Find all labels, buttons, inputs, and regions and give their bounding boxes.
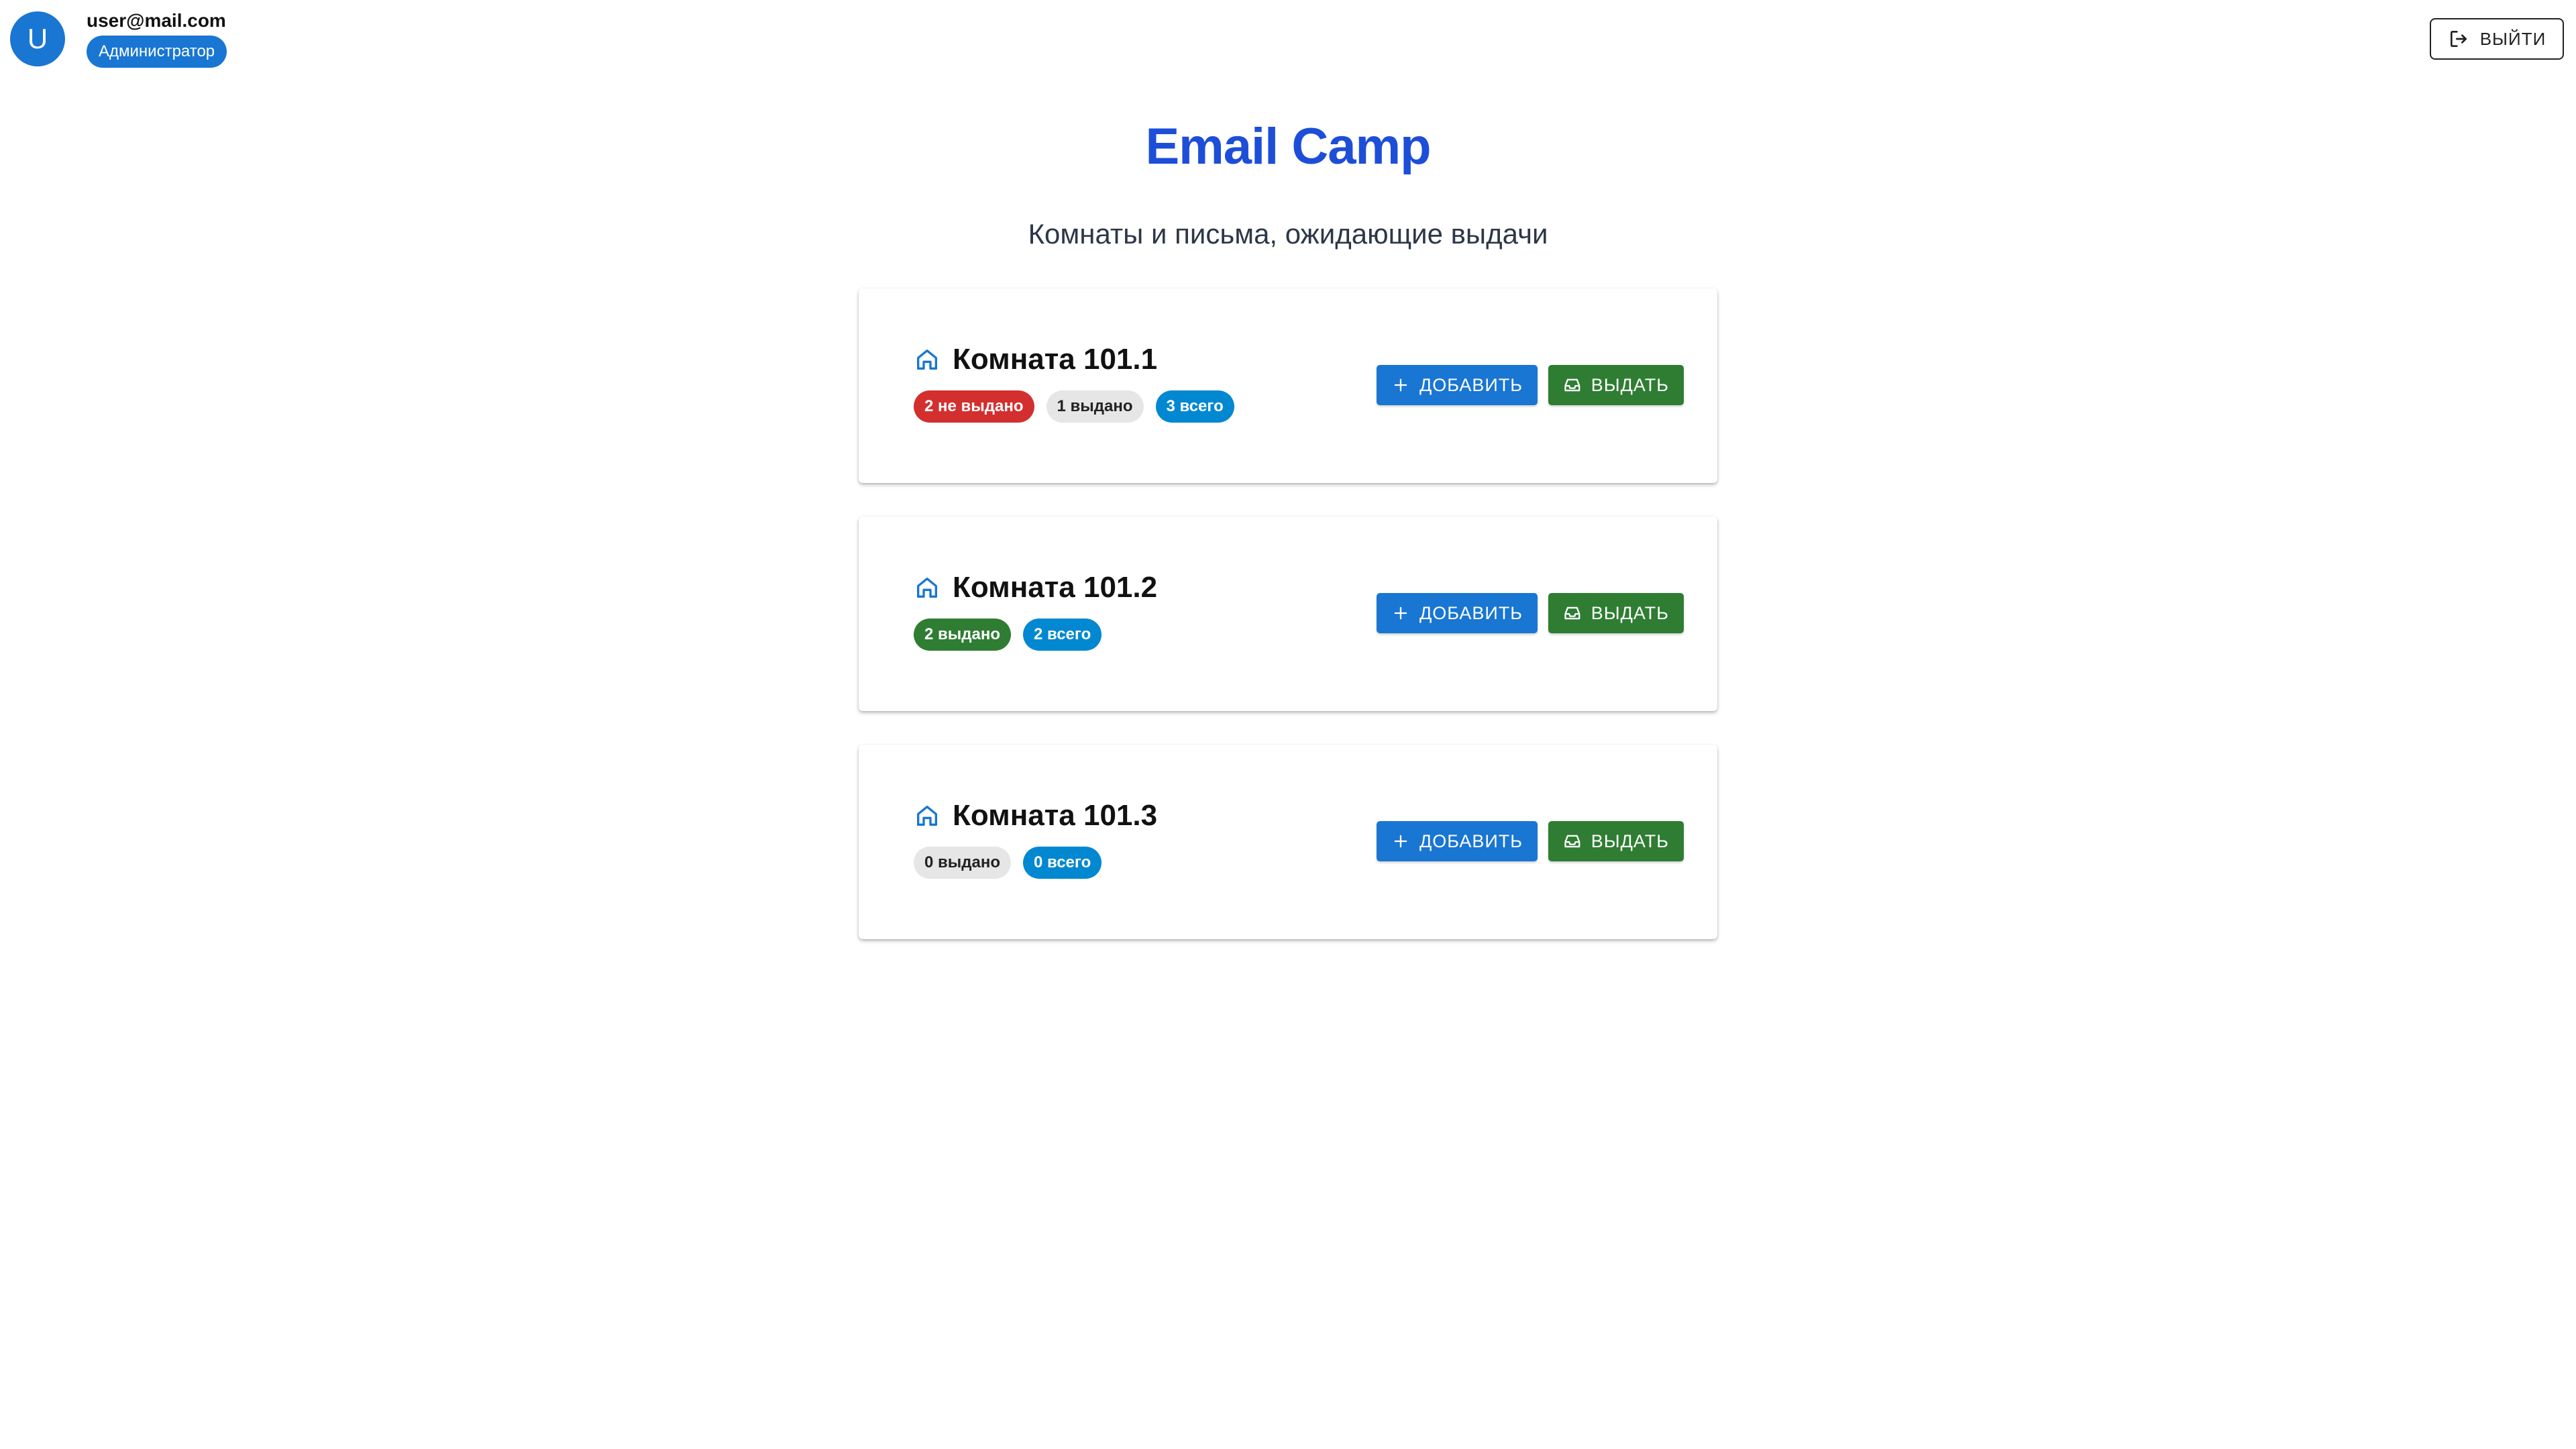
- issued-chip: 0 выдано: [914, 847, 1012, 879]
- page-title: Email Camp: [1145, 118, 1431, 175]
- not-issued-chip: 2 не выдано: [914, 390, 1034, 423]
- total-chip: 2 всего: [1023, 619, 1102, 651]
- room-name: Комната 101.3: [953, 799, 1158, 832]
- room-name: Комната 101.1: [953, 343, 1158, 376]
- issued-chip: 1 выдано: [1046, 390, 1144, 423]
- role-badge: Администратор: [87, 36, 227, 68]
- logout-button[interactable]: ВЫЙТИ: [2430, 18, 2564, 60]
- issue-button[interactable]: ВЫДАТЬ: [1548, 365, 1684, 405]
- home-icon: [917, 350, 937, 370]
- plus-icon: [1394, 606, 1407, 620]
- user-block: U user@mail.com Администратор: [10, 10, 227, 68]
- user-info: user@mail.com Администратор: [87, 10, 227, 68]
- plus-icon: [1394, 835, 1407, 848]
- room-title: Комната 101.2: [914, 569, 1157, 606]
- inbox-icon: [1564, 835, 1580, 848]
- room-info: Комната 101.2 2 выдано 2 всего: [914, 569, 1157, 651]
- room-name: Комната 101.2: [953, 571, 1158, 604]
- add-button-label: ДОБАВИТЬ: [1419, 602, 1523, 623]
- logout-label: ВЫЙТИ: [2479, 28, 2546, 49]
- issued-chip: 2 выдано: [914, 619, 1012, 651]
- room-stats: 2 не выдано 1 выдано 3 всего: [914, 390, 1234, 423]
- total-chip: 3 всего: [1155, 390, 1234, 423]
- issue-button-label: ВЫДАТЬ: [1591, 830, 1669, 851]
- avatar[interactable]: U: [10, 11, 65, 66]
- issue-button[interactable]: ВЫДАТЬ: [1548, 821, 1684, 861]
- plus-icon: [1394, 378, 1407, 392]
- room-title: Комната 101.3: [914, 797, 1157, 835]
- add-button[interactable]: ДОБАВИТЬ: [1377, 593, 1538, 633]
- room-actions: ДОБАВИТЬ ВЫДАТЬ: [1377, 821, 1684, 861]
- home-icon: [917, 578, 937, 598]
- add-button-label: ДОБАВИТЬ: [1419, 830, 1523, 851]
- issue-button-label: ВЫДАТЬ: [1591, 602, 1669, 623]
- logout-icon: [2450, 31, 2467, 47]
- page-subtitle: Комнаты и письма, ожидающие выдачи: [1028, 218, 1548, 250]
- room-actions: ДОБАВИТЬ ВЫДАТЬ: [1377, 365, 1684, 405]
- room-title: Комната 101.1: [914, 341, 1234, 378]
- room-card: Комната 101.2 2 выдано 2 всего ДОБАВИТЬ …: [859, 517, 1717, 711]
- room-actions: ДОБАВИТЬ ВЫДАТЬ: [1377, 593, 1684, 633]
- issue-button-label: ВЫДАТЬ: [1591, 374, 1669, 395]
- add-button[interactable]: ДОБАВИТЬ: [1377, 821, 1538, 861]
- issue-button[interactable]: ВЫДАТЬ: [1548, 593, 1684, 633]
- total-chip: 0 всего: [1023, 847, 1102, 879]
- room-stats: 2 выдано 2 всего: [914, 619, 1157, 651]
- room-info: Комната 101.3 0 выдано 0 всего: [914, 797, 1157, 879]
- room-info: Комната 101.1 2 не выдано 1 выдано 3 все…: [914, 341, 1234, 423]
- add-button[interactable]: ДОБАВИТЬ: [1377, 365, 1538, 405]
- room-stats: 0 выдано 0 всего: [914, 847, 1157, 879]
- room-card: Комната 101.1 2 не выдано 1 выдано 3 все…: [859, 288, 1717, 483]
- add-button-label: ДОБАВИТЬ: [1419, 374, 1523, 395]
- rooms-list: Комната 101.1 2 не выдано 1 выдано 3 все…: [859, 288, 1717, 973]
- home-icon: [917, 806, 937, 826]
- user-email: user@mail.com: [87, 10, 226, 31]
- room-card: Комната 101.3 0 выдано 0 всего ДОБАВИТЬ …: [859, 745, 1717, 939]
- inbox-icon: [1564, 606, 1580, 620]
- inbox-icon: [1564, 378, 1580, 392]
- top-bar: U user@mail.com Администратор ВЫЙТИ: [0, 0, 2576, 74]
